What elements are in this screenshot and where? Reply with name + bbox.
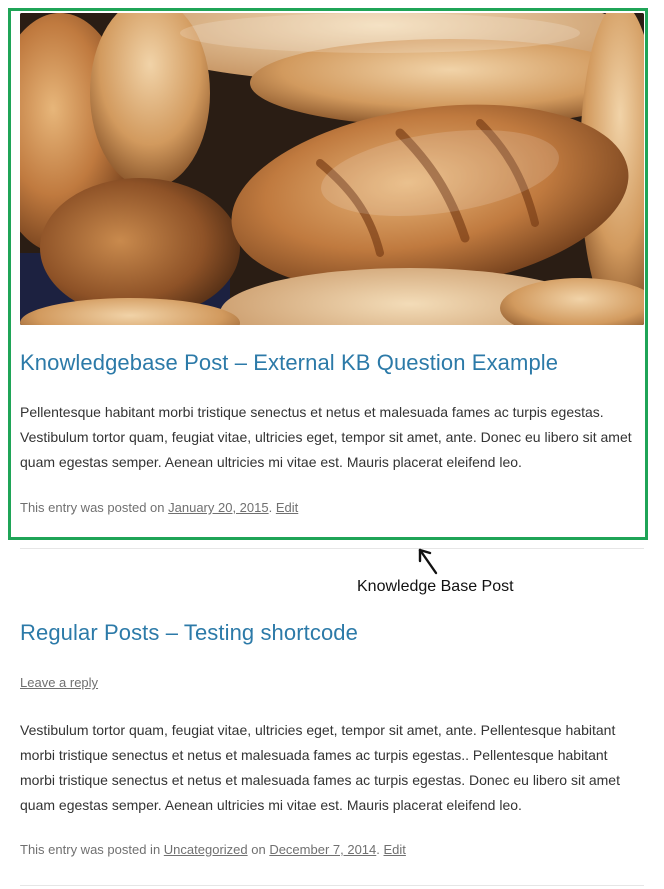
kb-post-title-link[interactable]: Knowledgebase Post – External KB Questio… <box>20 350 558 375</box>
regular-post-edit-link[interactable]: Edit <box>384 842 406 857</box>
kb-post-excerpt: Pellentesque habitant morbi tristique se… <box>20 404 632 470</box>
kb-post-date-link[interactable]: January 20, 2015 <box>168 500 268 515</box>
meta-separator: . <box>376 842 384 857</box>
annotation-label: Knowledge Base Post <box>357 578 514 595</box>
meta-on: on <box>247 842 270 857</box>
regular-post-date-link[interactable]: December 7, 2014 <box>269 842 376 857</box>
arrow-icon <box>418 548 438 575</box>
post-divider <box>20 548 644 549</box>
category-link[interactable]: Uncategorized <box>164 842 248 857</box>
regular-post-meta: This entry was posted in Uncategorized o… <box>20 842 406 857</box>
regular-post-title-link[interactable]: Regular Posts – Testing shortcode <box>20 620 358 645</box>
featured-image[interactable] <box>20 13 644 325</box>
kb-post-title[interactable]: Knowledgebase Post – External KB Questio… <box>20 350 558 376</box>
post-divider <box>20 885 644 886</box>
kb-post-edit-link[interactable]: Edit <box>276 500 298 515</box>
bread-photo-icon <box>20 13 644 325</box>
meta-separator: . <box>268 500 276 515</box>
meta-prefix: This entry was posted on <box>20 500 169 515</box>
meta-prefix: This entry was posted in <box>20 842 164 857</box>
leave-reply-link[interactable]: Leave a reply <box>20 675 98 690</box>
regular-post-body: Vestibulum tortor quam, feugiat vitae, u… <box>20 722 620 813</box>
kb-post-meta: This entry was posted on January 20, 201… <box>20 500 298 515</box>
regular-post-title[interactable]: Regular Posts – Testing shortcode <box>20 620 358 646</box>
